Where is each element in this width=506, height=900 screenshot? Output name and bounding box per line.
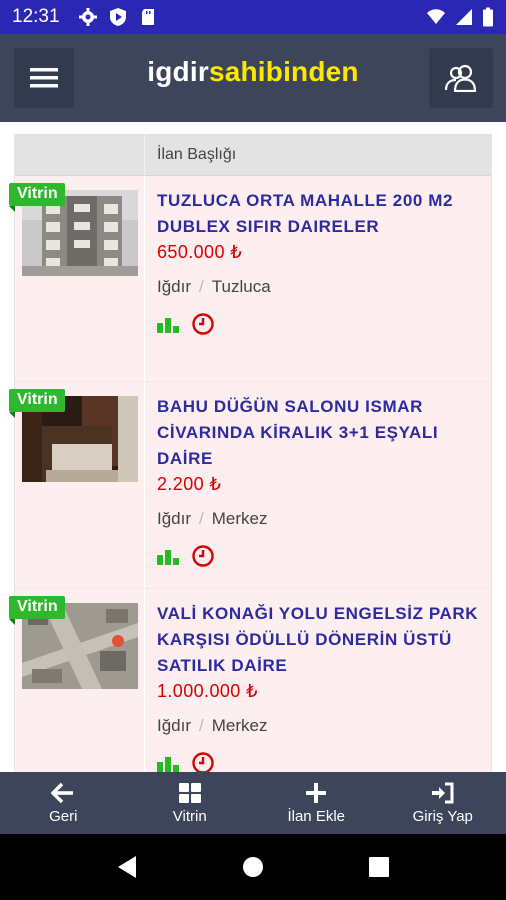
listing-title[interactable]: BAHU DÜĞÜN SALONU ISMAR CİVARINDA KİRALI… <box>157 394 481 472</box>
sd-card-icon <box>142 9 154 25</box>
clock-icon <box>192 752 214 772</box>
listing-thumb-cell[interactable]: Vitrin <box>9 176 145 381</box>
listing-price: 2.200 ₺ <box>157 474 222 494</box>
status-bar: 12:31 <box>0 0 506 34</box>
listing-thumb-cell[interactable]: Vitrin <box>9 382 145 588</box>
table-header: İlan Başlığı <box>15 134 491 176</box>
nav-add-listing-label: İlan Ekle <box>287 807 346 825</box>
header-thumb-cell <box>15 134 145 175</box>
listing-city: Iğdır <box>157 716 192 735</box>
clock-icon <box>192 313 214 335</box>
location-separator: / <box>199 716 204 735</box>
logo-part1: igdir <box>147 56 209 87</box>
listing-content[interactable]: İlan Başlığı Vitrin TUZLUCA ORTA MAHALLE… <box>0 122 506 772</box>
clock-icon <box>192 545 214 567</box>
stats-bar-icon <box>157 757 179 772</box>
nav-login-label: Giriş Yap <box>412 807 473 825</box>
listing-title[interactable]: TUZLUCA ORTA MAHALLE 200 M2 DUBLEX SIFIR… <box>157 188 481 240</box>
wifi-icon <box>427 9 445 24</box>
listing-district: Tuzluca <box>211 277 271 296</box>
status-time: 12:31 <box>12 6 60 27</box>
listing-info[interactable]: VALİ KONAĞI YOLU ENGELSİZ PARK KARŞISI Ö… <box>145 589 491 772</box>
listing-row[interactable]: Vitrin TUZLUCA ORTA MAHALLE 200 M2 DUBLE… <box>9 176 491 382</box>
back-triangle-icon[interactable] <box>116 855 138 879</box>
nav-back-label: Geri <box>49 807 78 825</box>
vitrin-badge: Vitrin <box>9 183 65 212</box>
plus-icon <box>306 782 327 803</box>
listing-location: Iğdır / Merkez <box>157 509 481 529</box>
nav-showcase-button[interactable]: Vitrin <box>127 772 254 834</box>
listing-row[interactable]: Vitrin BAHU DÜĞÜN SALONU ISMAR CİVARINDA… <box>9 382 491 589</box>
listing-price: 650.000 ₺ <box>157 242 243 262</box>
listing-title[interactable]: VALİ KONAĞI YOLU ENGELSİZ PARK KARŞISI Ö… <box>157 601 481 679</box>
listing-meta <box>157 311 481 337</box>
home-circle-icon[interactable] <box>242 856 264 878</box>
listing-district: Merkez <box>211 509 268 528</box>
logo-part2: sahibinden <box>208 56 359 87</box>
vitrin-badge: Vitrin <box>9 389 65 418</box>
location-separator: / <box>199 509 204 528</box>
listing-city: Iğdır <box>157 509 192 528</box>
listing-thumb-cell[interactable]: Vitrin <box>9 589 145 772</box>
app-header: igdirsahibinden <box>0 34 506 122</box>
listing-meta <box>157 750 481 772</box>
listing-location: Iğdır / Tuzluca <box>157 277 481 297</box>
status-icons-left <box>78 7 158 27</box>
listing-meta <box>157 543 481 569</box>
user-account-button[interactable] <box>429 48 493 108</box>
listing-price: 1.000.000 ₺ <box>157 681 258 701</box>
settings-icon <box>79 8 97 26</box>
nav-showcase-label: Vitrin <box>172 807 207 825</box>
arrow-left-icon <box>51 782 74 803</box>
nav-login-button[interactable]: Giriş Yap <box>380 772 506 834</box>
nav-back-button[interactable]: Geri <box>0 772 127 834</box>
listing-info[interactable]: BAHU DÜĞÜN SALONU ISMAR CİVARINDA KİRALI… <box>145 382 491 588</box>
listing-district: Merkez <box>211 716 268 735</box>
vitrin-badge: Vitrin <box>9 596 65 625</box>
grid-icon <box>178 782 201 803</box>
status-icons-right <box>426 7 494 27</box>
shield-icon <box>110 8 126 26</box>
listing-city: Iğdır <box>157 277 192 296</box>
stats-bar-icon <box>157 318 179 333</box>
system-nav-bar <box>0 834 506 900</box>
bottom-nav: Geri Vitrin İlan Ekle Giriş Yap <box>0 772 506 834</box>
nav-add-listing-button[interactable]: İlan Ekle <box>253 772 380 834</box>
recents-square-icon[interactable] <box>369 857 389 877</box>
battery-icon <box>483 7 493 27</box>
users-icon <box>444 64 477 92</box>
stats-bar-icon <box>157 550 179 565</box>
listing-row[interactable]: Vitrin VALİ KONAĞI YOLU ENGELSİZ PARK KA… <box>9 589 491 772</box>
listing-location: Iğdır / Merkez <box>157 716 481 736</box>
listing-table: İlan Başlığı Vitrin TUZLUCA ORTA MAHALLE… <box>9 134 492 772</box>
sign-in-icon <box>431 782 454 803</box>
header-title-cell: İlan Başlığı <box>157 146 237 163</box>
location-separator: / <box>199 277 204 296</box>
signal-icon <box>456 9 472 25</box>
listing-info[interactable]: TUZLUCA ORTA MAHALLE 200 M2 DUBLEX SIFIR… <box>145 176 491 381</box>
